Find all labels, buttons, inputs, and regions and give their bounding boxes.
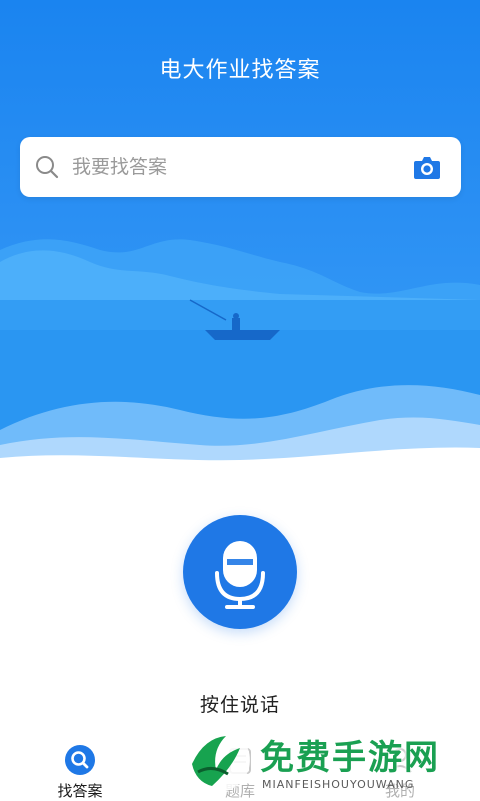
- search-bar[interactable]: 我要找答案: [20, 137, 461, 197]
- tab-question-bank[interactable]: 题库: [180, 730, 300, 800]
- voice-button[interactable]: [183, 515, 297, 629]
- camera-icon[interactable]: [413, 154, 441, 180]
- search-icon: [36, 156, 59, 179]
- tab-find-answer[interactable]: 找答案: [20, 730, 140, 800]
- search-tab-icon: [65, 745, 95, 775]
- page-title: 电大作业找答案: [159, 58, 321, 83]
- profile-icon: [388, 748, 412, 773]
- bottom-tab-bar: 找答案 题库 我的: [0, 730, 480, 800]
- tab-label: 找答案: [57, 782, 103, 800]
- question-bank-icon: [229, 748, 251, 774]
- tab-label: 我的: [384, 782, 415, 800]
- header-banner: 电大作业找答案 我要找答案: [0, 0, 480, 470]
- tab-profile[interactable]: 我的: [340, 730, 460, 800]
- microphone-icon: [215, 541, 265, 609]
- tab-label: 题库: [224, 782, 255, 800]
- search-placeholder[interactable]: 我要找答案: [72, 154, 167, 180]
- hold-to-talk-label: 按住说话: [199, 694, 280, 716]
